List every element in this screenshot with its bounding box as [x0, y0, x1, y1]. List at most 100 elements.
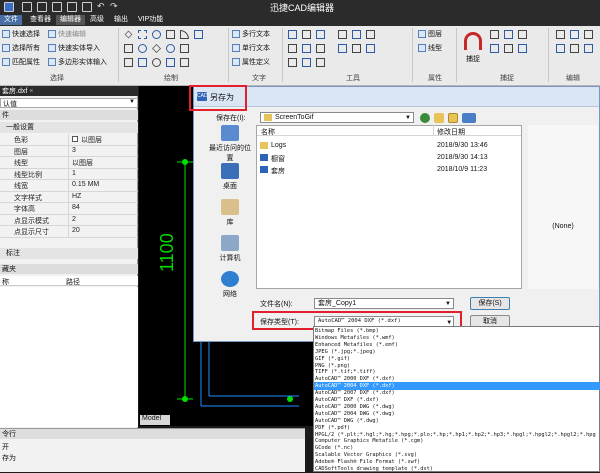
mtext-button[interactable]: 多行文本 [232, 29, 270, 39]
ortho-icon[interactable] [504, 30, 513, 39]
polar-icon[interactable] [518, 30, 527, 39]
print-icon[interactable] [82, 2, 92, 12]
save-in-combo[interactable]: ScreenToGif ▼ [260, 112, 414, 123]
place-network[interactable]: 网络 [208, 271, 252, 299]
polygon-entity-input-button[interactable]: 多边形实体输入 [48, 57, 107, 67]
xref-icon[interactable] [316, 44, 325, 53]
menu-advanced[interactable]: 高级 [86, 15, 108, 25]
polyline-icon[interactable] [138, 30, 147, 39]
scale-icon[interactable] [570, 44, 579, 53]
property-row-text-style[interactable]: 文字样式 HZ [0, 191, 138, 203]
mirror-icon[interactable] [556, 44, 565, 53]
osnap-icon[interactable] [490, 44, 499, 53]
close-tab-icon[interactable]: × [29, 88, 33, 95]
regen-icon[interactable] [366, 30, 375, 39]
magnet-icon[interactable] [464, 32, 482, 50]
pan-icon[interactable] [352, 30, 361, 39]
dyn-icon[interactable] [518, 44, 527, 53]
property-row-point-size[interactable]: 点显示尺寸 20 [0, 226, 138, 238]
menu-viewer[interactable]: 查看器 [26, 15, 55, 25]
redo-icon[interactable]: ↷ [110, 2, 120, 12]
select-all-button[interactable]: 选择所有 [2, 43, 40, 53]
new-icon[interactable] [22, 2, 32, 12]
layers-button[interactable]: 图层 [418, 29, 442, 39]
save-button[interactable]: 保存(S) [470, 297, 510, 310]
view-menu-icon[interactable] [462, 113, 476, 123]
section-general[interactable]: 一般设置 [0, 122, 138, 133]
menu-file[interactable]: 文件 [0, 15, 22, 25]
property-row-point-mode[interactable]: 点显示模式 2 [0, 214, 138, 226]
text-button[interactable]: 单行文本 [232, 43, 270, 53]
quick-select-button[interactable]: 快速选择 [2, 29, 40, 39]
property-row-layer[interactable]: 图层 3 [0, 145, 138, 157]
viewport-icon[interactable] [352, 44, 361, 53]
line-icon[interactable] [124, 30, 133, 39]
favorites-col-name[interactable]: 称 [2, 277, 9, 287]
document-tab[interactable]: 套房.dxf × [0, 86, 138, 96]
linetype-button[interactable]: 线型 [418, 43, 442, 53]
file-row[interactable]: 套房 2018/10/9 11:23 [257, 165, 521, 177]
ray-icon[interactable] [124, 58, 133, 67]
hatch-icon[interactable] [180, 44, 189, 53]
otrack-icon[interactable] [504, 44, 513, 53]
property-row-linetype[interactable]: 线型 以图层 [0, 157, 138, 169]
measure-icon[interactable] [288, 30, 297, 39]
quick-edit-button[interactable]: 快速编辑 [48, 29, 86, 39]
quick-entity-import-button[interactable]: 快速实体导入 [48, 43, 100, 53]
open-folder-icon[interactable] [52, 2, 62, 12]
table-icon[interactable] [302, 58, 311, 67]
copy-icon[interactable] [570, 30, 579, 39]
favorites-col-path[interactable]: 路径 [66, 277, 80, 287]
wipeout-icon[interactable] [180, 58, 189, 67]
place-desktop[interactable]: 桌面 [208, 163, 252, 191]
grip-point[interactable] [182, 159, 188, 165]
file-row[interactable]: Logs 2018/9/30 13:46 [257, 141, 521, 153]
save-icon[interactable] [67, 2, 77, 12]
section-dimension[interactable]: 标注 [0, 248, 138, 259]
revcloud-icon[interactable] [152, 58, 161, 67]
up-folder-icon[interactable] [434, 113, 444, 123]
column-date[interactable]: 修改日期 [437, 127, 465, 137]
image-icon[interactable] [288, 58, 297, 67]
offset-icon[interactable] [584, 44, 593, 53]
match-properties-button[interactable]: 匹配属性 [2, 57, 40, 67]
place-computer[interactable]: 计算机 [208, 235, 252, 263]
filetype-dropdown-list[interactable]: Bitmap Files (*.bmp) Windows Metafiles (*… [313, 326, 600, 472]
ucs-icon[interactable] [366, 44, 375, 53]
distance-icon[interactable] [302, 30, 311, 39]
menu-output[interactable]: 输出 [110, 15, 132, 25]
dialog-title-bar[interactable]: CAD 另存为 [194, 87, 599, 107]
donut-icon[interactable] [166, 44, 175, 53]
grip-point[interactable] [287, 396, 293, 402]
undo-icon[interactable]: ↶ [97, 2, 107, 12]
menu-vip[interactable]: VIP功能 [134, 15, 167, 25]
point-icon[interactable] [124, 44, 133, 53]
grip-point[interactable] [182, 396, 188, 402]
menu-editor[interactable]: 编辑器 [56, 15, 85, 25]
property-row-linetype-scale[interactable]: 线型比例 1 [0, 168, 138, 180]
favorites-list[interactable] [0, 287, 138, 427]
place-library[interactable]: 库 [208, 199, 252, 227]
block-icon[interactable] [288, 44, 297, 53]
new-folder-icon[interactable] [448, 113, 458, 123]
arc-icon[interactable] [180, 30, 189, 39]
area-icon[interactable] [316, 30, 325, 39]
grid-snap-icon[interactable] [490, 30, 499, 39]
default-style-combo[interactable]: 认值 ▼ [0, 98, 138, 108]
ellipse-icon[interactable] [138, 44, 147, 53]
xline-icon[interactable] [138, 58, 147, 67]
model-tab[interactable]: Model [140, 415, 170, 425]
spline-icon[interactable] [194, 30, 203, 39]
region-icon[interactable] [166, 58, 175, 67]
field-icon[interactable] [316, 58, 325, 67]
property-row-lineweight[interactable]: 线宽 0.15 MM [0, 180, 138, 192]
column-name[interactable]: 名称 [261, 127, 275, 137]
file-row[interactable]: 橱窗 2018/9/30 14:13 [257, 153, 521, 165]
polygon-draw-icon[interactable] [152, 44, 161, 53]
rectangle-icon[interactable] [166, 30, 175, 39]
circle-icon[interactable] [152, 30, 161, 39]
snap-button-label[interactable]: 捕捉 [466, 54, 480, 64]
zoom-icon[interactable] [338, 30, 347, 39]
place-recent[interactable]: 最近访问的位置 [208, 125, 252, 163]
file-list[interactable]: 名称 修改日期 Logs 2018/9/30 13:46 橱窗 2018/9/30 … [256, 125, 522, 289]
